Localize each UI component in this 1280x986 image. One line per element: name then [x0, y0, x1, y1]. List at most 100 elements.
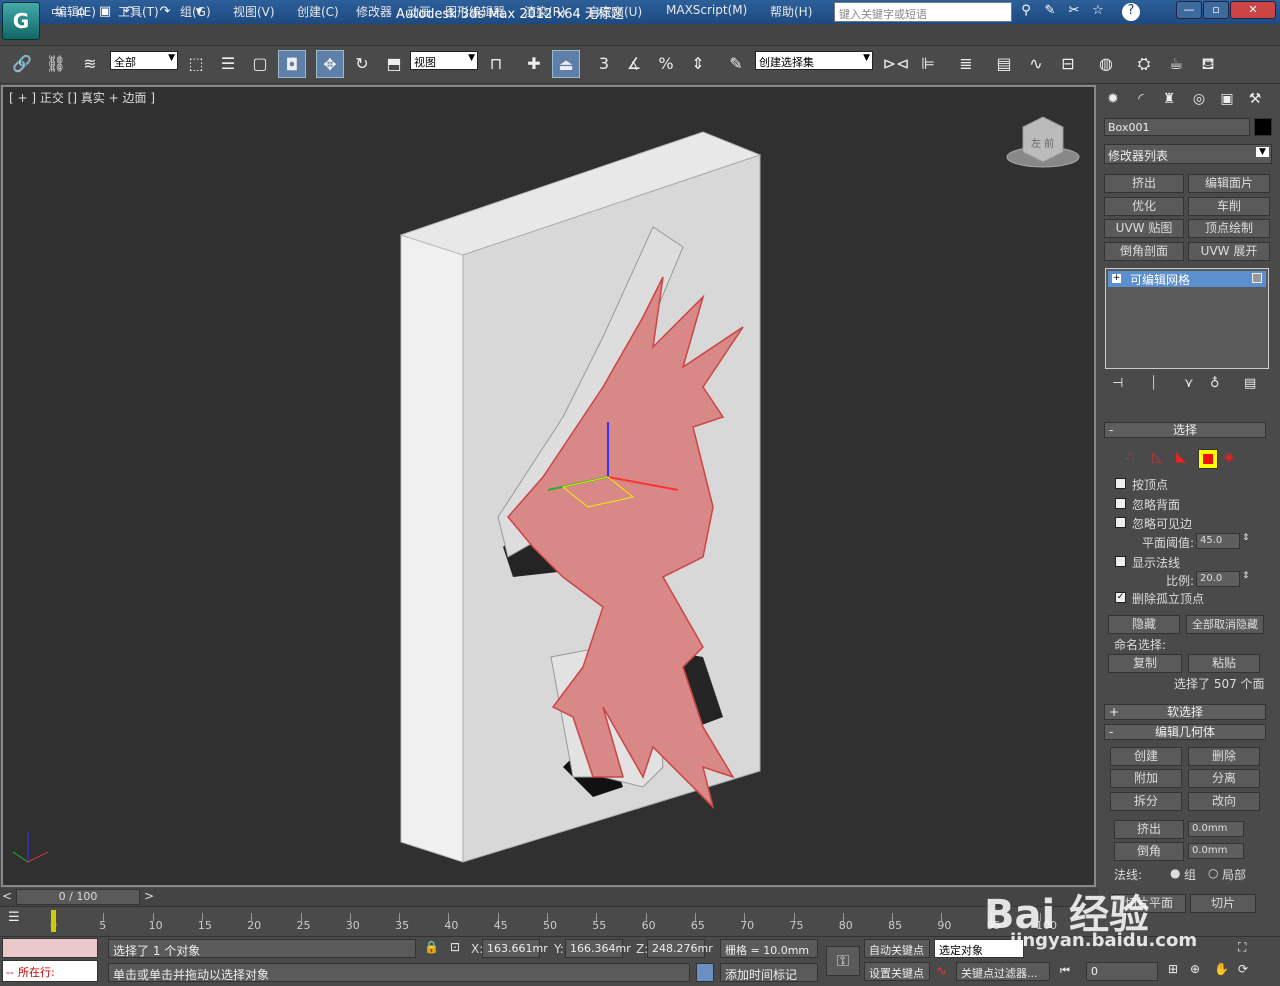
- hierarchy-tab-icon[interactable]: ♜: [1158, 88, 1180, 110]
- motion-tab-icon[interactable]: ◎: [1188, 88, 1210, 110]
- stack-item-editable-mesh[interactable]: 可编辑网格: [1108, 271, 1266, 287]
- pan-hand-icon[interactable]: ✋: [1214, 962, 1229, 976]
- align-icon[interactable]: ⊫: [914, 50, 942, 78]
- attach-button[interactable]: 附加: [1110, 769, 1182, 788]
- turn-button[interactable]: 改向: [1188, 792, 1260, 811]
- time-prev-icon[interactable]: <: [2, 889, 12, 903]
- utilities-tab-icon[interactable]: ⚒: [1244, 88, 1266, 110]
- mod-unwrap-uvw-button[interactable]: UVW 展开: [1188, 242, 1270, 261]
- pin-stack-icon[interactable]: ⊣: [1112, 376, 1123, 391]
- set-key-button[interactable]: 设置关键点: [864, 962, 930, 981]
- slice-button[interactable]: 切片: [1190, 894, 1256, 913]
- key-filters-button[interactable]: 关键点过滤器...: [956, 962, 1050, 981]
- zoom-icon[interactable]: ⊕: [1190, 962, 1200, 976]
- paste-button[interactable]: 粘贴: [1188, 654, 1260, 673]
- spinner-snap-icon[interactable]: ⇕: [684, 50, 712, 78]
- select-manipulate-icon[interactable]: ✚: [520, 50, 548, 78]
- menu-tools[interactable]: 工具(T): [118, 3, 159, 20]
- app-logo-button[interactable]: G: [2, 2, 40, 40]
- graphite-toolbar-icon[interactable]: ▤: [990, 50, 1018, 78]
- rendered-frame-icon[interactable]: ☕: [1162, 50, 1190, 78]
- binoculars-icon[interactable]: ⚲: [1016, 3, 1036, 21]
- stack-item-toggle-icon[interactable]: [1252, 273, 1262, 283]
- selection-filter-dropdown[interactable]: 全部 ▼: [110, 51, 178, 70]
- menu-group[interactable]: 组(G): [180, 3, 211, 20]
- menu-rendering[interactable]: 渲染(R): [524, 3, 566, 20]
- face-mode-icon[interactable]: ◣: [1176, 450, 1186, 465]
- menu-graph-editors[interactable]: 图形编辑器: [445, 3, 505, 20]
- create-tab-icon[interactable]: ✹: [1102, 88, 1124, 110]
- maxscript-listener[interactable]: [2, 938, 98, 958]
- help-icon[interactable]: ?: [1122, 3, 1140, 21]
- maximize-viewport-icon[interactable]: ⛶: [1238, 940, 1246, 955]
- object-name-field[interactable]: Box001: [1104, 118, 1250, 136]
- tools-icon[interactable]: ✎: [1040, 3, 1060, 21]
- mod-lathe-button[interactable]: 车削: [1188, 197, 1270, 216]
- link-icon[interactable]: 🔗: [8, 50, 36, 78]
- modifier-list-dropdown[interactable]: 修改器列表 ▼: [1104, 144, 1272, 164]
- mod-bevel-profile-button[interactable]: 倒角剖面: [1104, 242, 1184, 261]
- current-frame-marker[interactable]: [51, 910, 56, 932]
- edit-named-sel-icon[interactable]: ✎: [722, 50, 750, 78]
- mod-extrude-button[interactable]: 挤出: [1104, 174, 1184, 193]
- bind-spacewarp-icon[interactable]: ≋: [76, 50, 104, 78]
- move-icon[interactable]: ✥: [316, 50, 344, 78]
- mod-optimize-button[interactable]: 优化: [1104, 197, 1184, 216]
- time-next-icon[interactable]: >: [144, 889, 154, 903]
- display-tab-icon[interactable]: ▣: [1216, 88, 1238, 110]
- current-frame-field[interactable]: 0: [1086, 962, 1158, 981]
- menu-create[interactable]: 创建(C): [297, 3, 339, 20]
- layer-manager-icon[interactable]: ≣: [952, 50, 980, 78]
- hide-button[interactable]: 隐藏: [1108, 615, 1180, 634]
- select-object-icon[interactable]: ⬚: [182, 50, 210, 78]
- window-crossing-icon[interactable]: ◘: [278, 50, 306, 78]
- maximize-button[interactable]: ▫: [1203, 1, 1229, 19]
- selection-rollout-header[interactable]: - 选择: [1104, 422, 1266, 438]
- named-selection-dropdown[interactable]: 创建选择集 ▼: [755, 51, 873, 70]
- save-icon[interactable]: ▣: [96, 3, 114, 21]
- mod-uvw-map-button[interactable]: UVW 贴图: [1104, 219, 1184, 238]
- auto-key-button[interactable]: 自动关键点: [864, 939, 930, 958]
- mod-edit-patch-button[interactable]: 编辑面片: [1188, 174, 1270, 193]
- mini-curve-editor-icon[interactable]: ☰: [8, 910, 20, 925]
- rotate-icon[interactable]: ↻: [348, 50, 376, 78]
- time-slider-thumb[interactable]: 0 / 100: [16, 889, 140, 905]
- delete-isolated-checkbox[interactable]: ✓: [1115, 592, 1126, 603]
- render-icon[interactable]: ⛾: [1194, 50, 1222, 78]
- maxscript-input[interactable]: -- 所在行:: [2, 960, 98, 982]
- add-time-tag-button[interactable]: 添加时间标记: [720, 963, 818, 982]
- spinner-arrows-icon[interactable]: ⇕: [1242, 533, 1250, 543]
- extrude-amount-spinner[interactable]: 0.0mm: [1188, 821, 1244, 837]
- key-mode-icon[interactable]: ∿: [936, 964, 947, 979]
- normal-scale-spinner[interactable]: 20.0: [1196, 571, 1240, 587]
- scale-icon[interactable]: ⬒: [380, 50, 408, 78]
- keyboard-shortcut-icon[interactable]: ⏏: [552, 50, 580, 78]
- show-end-result-icon[interactable]: ⏐: [1150, 376, 1157, 391]
- edit-geometry-rollout-header[interactable]: - 编辑几何体: [1104, 724, 1266, 740]
- close-button[interactable]: ✕: [1230, 1, 1276, 19]
- rect-selection-icon[interactable]: ▢: [246, 50, 274, 78]
- show-normals-checkbox[interactable]: [1115, 556, 1126, 567]
- edge-mode-icon[interactable]: ◺: [1152, 450, 1162, 465]
- remove-modifier-icon[interactable]: ♁: [1210, 376, 1220, 391]
- spinner-arrows-icon[interactable]: ⇕: [1242, 571, 1250, 581]
- select-by-name-icon[interactable]: ☰: [214, 50, 242, 78]
- menu-views[interactable]: 视图(V): [233, 3, 275, 20]
- unhide-all-button[interactable]: 全部取消隐藏: [1186, 615, 1264, 634]
- radio-local[interactable]: ○: [1208, 866, 1218, 880]
- by-vertex-checkbox[interactable]: [1115, 478, 1126, 489]
- mirror-icon[interactable]: ⊳⊲: [882, 50, 910, 78]
- ignore-visible-edges-checkbox[interactable]: [1115, 517, 1126, 528]
- z-coordinate-field[interactable]: 248.276mr: [647, 939, 713, 958]
- menu-help[interactable]: 帮助(H): [770, 3, 812, 20]
- radio-group[interactable]: ●: [1170, 866, 1180, 880]
- menu-maxscript[interactable]: MAXScript(M): [666, 3, 747, 17]
- angle-snap-icon[interactable]: ∡: [620, 50, 648, 78]
- search-input[interactable]: 键入关键字或短语: [834, 2, 1012, 22]
- detach-button[interactable]: 分离: [1188, 769, 1260, 788]
- divide-button[interactable]: 拆分: [1110, 792, 1182, 811]
- snap-toggle-icon[interactable]: 3: [590, 50, 618, 78]
- curve-editor-icon[interactable]: ∿: [1022, 50, 1050, 78]
- create-button[interactable]: 创建: [1110, 747, 1182, 766]
- pivot-center-icon[interactable]: ⊓: [482, 50, 510, 78]
